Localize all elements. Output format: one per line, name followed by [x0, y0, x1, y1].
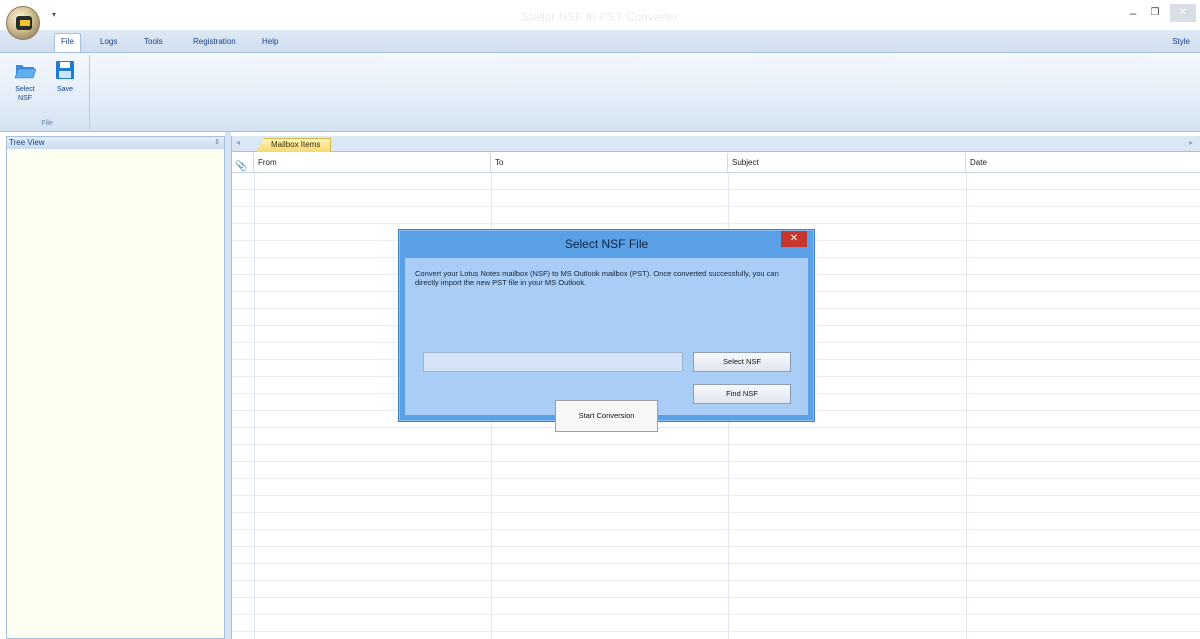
close-window-button[interactable]: ✕ — [1170, 4, 1196, 22]
column-header-to[interactable]: To — [491, 153, 728, 173]
dialog-close-button[interactable]: ✕ — [781, 231, 807, 247]
dialog-body: Convert your Lotus Notes mailbox (NSF) t… — [405, 258, 808, 432]
ribbon-tab-bar: File Logs Tools Registration Help Style — [0, 30, 1200, 53]
ribbon-panel: Select NSF Save File — [0, 52, 1200, 132]
tab-registration[interactable]: Registration — [187, 34, 242, 52]
tab-help[interactable]: Help — [256, 34, 284, 52]
tab-logs[interactable]: Logs — [94, 34, 123, 52]
select-nsf-ribbon-button[interactable]: Select NSF — [10, 59, 40, 103]
ribbon-group-file: Select NSF Save File — [4, 55, 90, 129]
style-menu[interactable]: Style — [1172, 37, 1190, 46]
floppy-disk-icon — [56, 61, 74, 79]
scroll-right-icon[interactable]: ▸ — [1189, 138, 1193, 147]
column-header-from[interactable]: From — [254, 153, 491, 173]
start-conversion-button[interactable]: Start Conversion — [555, 400, 658, 432]
column-header-subject[interactable]: Subject — [728, 153, 966, 173]
scroll-left-icon[interactable]: ◂ — [236, 138, 240, 147]
grid-divider — [254, 173, 255, 639]
select-nsf-button[interactable]: Select NSF — [693, 352, 791, 372]
grid-divider — [966, 173, 967, 639]
tree-view-header: Tree View ⇕ — [7, 137, 224, 149]
dialog-title: Select NSF File — [564, 237, 649, 251]
attachment-column-header[interactable]: 📎 — [232, 153, 254, 173]
document-tab-bar: ◂ Mailbox Items ▸ — [232, 136, 1200, 152]
select-nsf-dialog: Select NSF File ✕ Convert your Lotus Not… — [398, 229, 815, 432]
tab-mailbox-items[interactable]: Mailbox Items — [256, 138, 332, 152]
tree-view-panel[interactable]: Tree View ⇕ — [6, 136, 225, 639]
app-logo-icon — [16, 16, 32, 30]
save-ribbon-button[interactable]: Save — [50, 59, 80, 94]
save-ribbon-label: Save — [57, 86, 73, 93]
pin-icon[interactable]: ⇕ — [214, 137, 220, 149]
window-title: Stellar NSF to PST Converter — [521, 10, 679, 24]
grid-header: 📎 From To Subject Date — [232, 153, 1200, 173]
minimize-button[interactable]: – — [1124, 4, 1142, 22]
tab-file[interactable]: File — [54, 33, 81, 53]
tree-view-title: Tree View — [9, 138, 45, 147]
dialog-message: Convert your Lotus Notes mailbox (NSF) t… — [415, 269, 779, 287]
select-nsf-ribbon-label: Select NSF — [15, 86, 35, 102]
application-menu-button[interactable] — [6, 6, 40, 40]
tab-tools[interactable]: Tools — [138, 34, 169, 52]
find-nsf-button[interactable]: Find NSF — [693, 384, 791, 404]
title-bar: ▾ Stellar NSF to PST Converter – ❐ ✕ — [0, 0, 1200, 40]
ribbon-group-label: File — [41, 120, 53, 127]
folder-open-icon — [14, 65, 36, 79]
restore-button[interactable]: ❐ — [1146, 4, 1164, 22]
column-header-date[interactable]: Date — [966, 153, 1200, 173]
nsf-path-field[interactable] — [423, 352, 683, 372]
